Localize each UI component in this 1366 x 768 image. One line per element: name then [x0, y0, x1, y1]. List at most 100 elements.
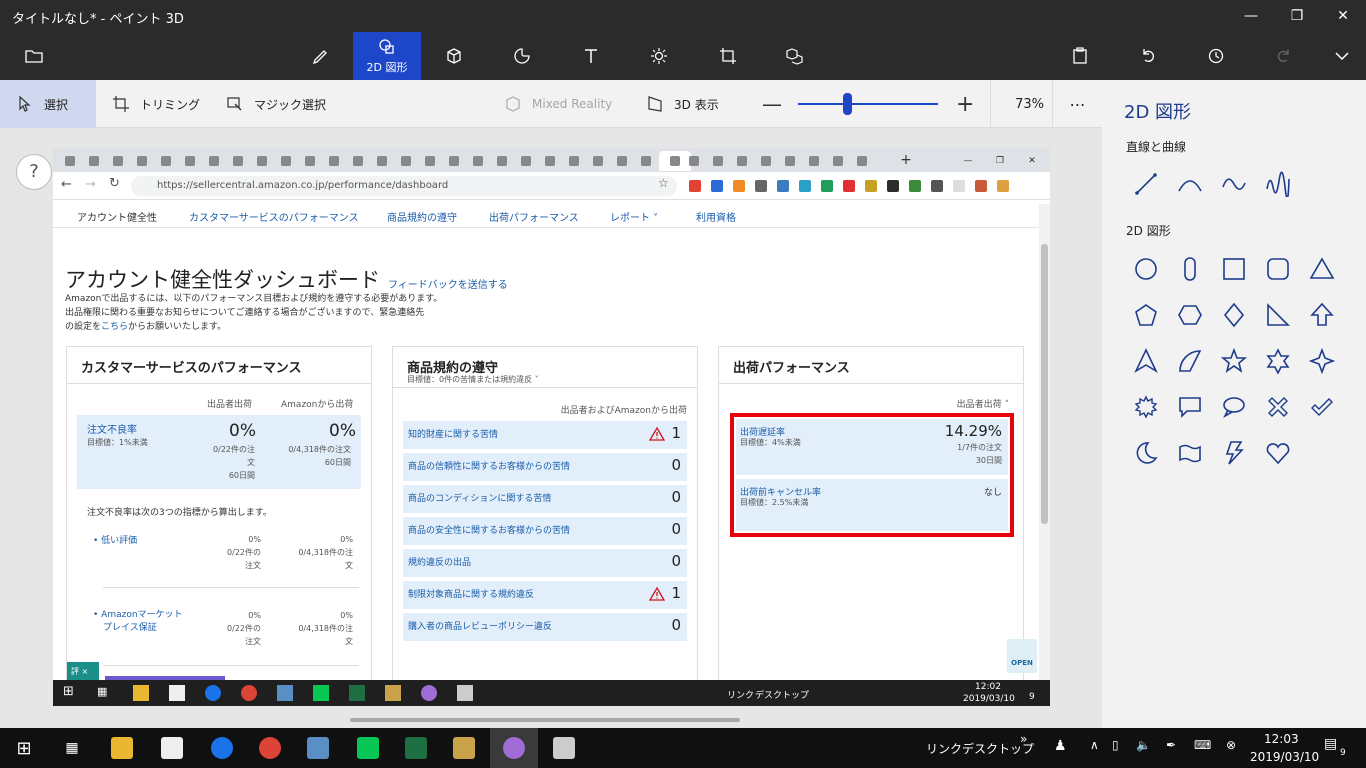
star4-shape[interactable] — [1306, 345, 1338, 377]
chrome-icon[interactable] — [241, 685, 257, 701]
speech-oval-shape[interactable] — [1218, 391, 1250, 423]
back-button[interactable]: ← — [61, 177, 72, 192]
browser-tab[interactable] — [107, 151, 129, 171]
extension-icon[interactable] — [843, 180, 855, 192]
shipping-col-header[interactable]: 出品者出荷 ˅ — [957, 397, 1009, 410]
shapes-3d-button[interactable] — [420, 32, 488, 80]
brushes-button[interactable] — [286, 32, 354, 80]
select-tool[interactable]: 選択 — [0, 80, 96, 128]
policy-row-label[interactable]: 商品のコンディションに関する苦情 — [408, 491, 551, 504]
start-button[interactable]: ⊞ — [0, 728, 48, 768]
extension-icon[interactable] — [975, 180, 987, 192]
policy-row-label[interactable]: 商品の信頼性に関するお客様からの苦情 — [408, 459, 570, 472]
open-badge[interactable]: OPEN — [1007, 639, 1037, 673]
browser-tab[interactable] — [203, 151, 225, 171]
taskbar-excel[interactable] — [392, 728, 440, 768]
expand-toolbar-button[interactable] — [1308, 32, 1366, 80]
hexagon-shape[interactable] — [1174, 299, 1206, 331]
browser-tab[interactable] — [83, 151, 105, 171]
burst-shape[interactable] — [1130, 391, 1162, 423]
extension-icon[interactable] — [865, 180, 877, 192]
low-rating-link[interactable]: • 低い評価 — [93, 533, 137, 546]
browser-tab[interactable] — [755, 151, 777, 171]
browser-tab[interactable] — [779, 151, 801, 171]
tray-chevron-icon[interactable]: » — [1020, 732, 1027, 746]
extension-icon[interactable] — [733, 180, 745, 192]
pen-icon[interactable]: ✒ — [1166, 738, 1176, 752]
browser-tab[interactable] — [395, 151, 417, 171]
zoom-slider-track[interactable] — [798, 103, 938, 105]
circle-shape[interactable] — [1130, 253, 1162, 285]
feedback-link[interactable]: フィードバックを送信する — [388, 276, 508, 291]
browser-tab[interactable] — [131, 151, 153, 171]
policy-row-label[interactable]: 知的財産に関する苦情 — [408, 427, 498, 440]
taskbar-explorer[interactable] — [98, 728, 146, 768]
windows-start-icon[interactable]: ⊞ — [63, 685, 79, 701]
browser-tab[interactable] — [275, 151, 297, 171]
store-icon[interactable] — [169, 685, 185, 701]
policy-subtitle[interactable]: 目標値：0件の苦情または規約違反 ˅ — [407, 374, 539, 385]
extension-icon[interactable] — [931, 180, 943, 192]
eval-tab[interactable]: 評 × — [67, 662, 99, 680]
policy-row[interactable]: 商品の安全性に関するお客様からの苦情 0 — [403, 517, 687, 545]
browser-tab[interactable] — [635, 151, 657, 171]
pentagon-shape[interactable] — [1130, 299, 1162, 331]
undo-button[interactable] — [1114, 32, 1182, 80]
bookmark-star-icon[interactable]: ☆ — [658, 176, 669, 190]
banner-shape[interactable] — [1174, 437, 1206, 469]
browser-tab[interactable] — [731, 151, 753, 171]
triangle-shape[interactable] — [1306, 253, 1338, 285]
extension-icon[interactable] — [953, 180, 965, 192]
task-view-icon[interactable]: ▦ — [97, 685, 113, 701]
policy-row-label[interactable]: 購入者の商品レビューポリシー違反 — [408, 619, 552, 632]
mixed-reality-button[interactable]: Mixed Reality — [504, 80, 612, 128]
canvas-horizontal-scrollbar[interactable] — [350, 718, 740, 722]
extension-icon[interactable] — [755, 180, 767, 192]
menu-button[interactable] — [0, 32, 68, 80]
policy-row[interactable]: 商品の信頼性に関するお客様からの苦情 0 — [403, 453, 687, 481]
browser-tab[interactable] — [563, 151, 585, 171]
shapes-2d-button[interactable]: 2D 図形 — [353, 32, 421, 80]
browser-tab[interactable] — [491, 151, 513, 171]
nav-shipping-performance[interactable]: 出荷パフォーマンス — [489, 209, 579, 224]
clock-time[interactable]: 12:03 — [1264, 732, 1299, 746]
browser-tab[interactable] — [515, 151, 537, 171]
capsule-shape[interactable] — [1174, 253, 1206, 285]
browser-tab[interactable] — [323, 151, 345, 171]
odr-label[interactable]: 注文不良率 — [87, 421, 137, 436]
extension-icon[interactable] — [909, 180, 921, 192]
arrow-up-shape[interactable] — [1306, 299, 1338, 331]
browser-tab[interactable] — [683, 151, 705, 171]
taskbar-line[interactable] — [344, 728, 392, 768]
inner-link-label[interactable]: リンク — [727, 688, 754, 701]
policy-row-label[interactable]: 規約違反の出品 — [408, 555, 471, 568]
right-triangle-shape[interactable] — [1262, 299, 1294, 331]
extension-icon[interactable] — [689, 180, 701, 192]
nav-customer-service[interactable]: カスタマーサービスのパフォーマンス — [189, 209, 359, 224]
diamond-shape[interactable] — [1218, 299, 1250, 331]
effects-button[interactable] — [625, 32, 693, 80]
browser-tab[interactable] — [299, 151, 321, 171]
curve-tool[interactable] — [1174, 168, 1206, 200]
contact-settings-link[interactable]: こちら — [101, 322, 128, 332]
browser-tab[interactable] — [611, 151, 633, 171]
more-options-button[interactable]: ⋯ — [1052, 80, 1102, 128]
taskbar-archive[interactable] — [440, 728, 488, 768]
inner-notification-count[interactable]: 9 — [1029, 692, 1035, 702]
policy-row[interactable]: 購入者の商品レビューポリシー違反 0 — [403, 613, 687, 641]
star5-shape[interactable] — [1218, 345, 1250, 377]
browser-tab[interactable] — [707, 151, 729, 171]
browser-tab[interactable] — [851, 151, 873, 171]
arrowhead-shape[interactable] — [1130, 345, 1162, 377]
line-icon[interactable] — [313, 685, 329, 701]
quarter-shape[interactable] — [1174, 345, 1206, 377]
extension-icon[interactable] — [821, 180, 833, 192]
zoom-out-button[interactable]: — — [762, 80, 782, 128]
3d-library-button[interactable] — [761, 32, 829, 80]
browser-tab[interactable] — [539, 151, 561, 171]
history-button[interactable] — [1182, 32, 1250, 80]
browser-tab[interactable] — [59, 151, 81, 171]
heart-shape[interactable] — [1262, 437, 1294, 469]
clock-date[interactable]: 2019/03/10 — [1250, 750, 1319, 764]
taskbar-app[interactable] — [294, 728, 342, 768]
